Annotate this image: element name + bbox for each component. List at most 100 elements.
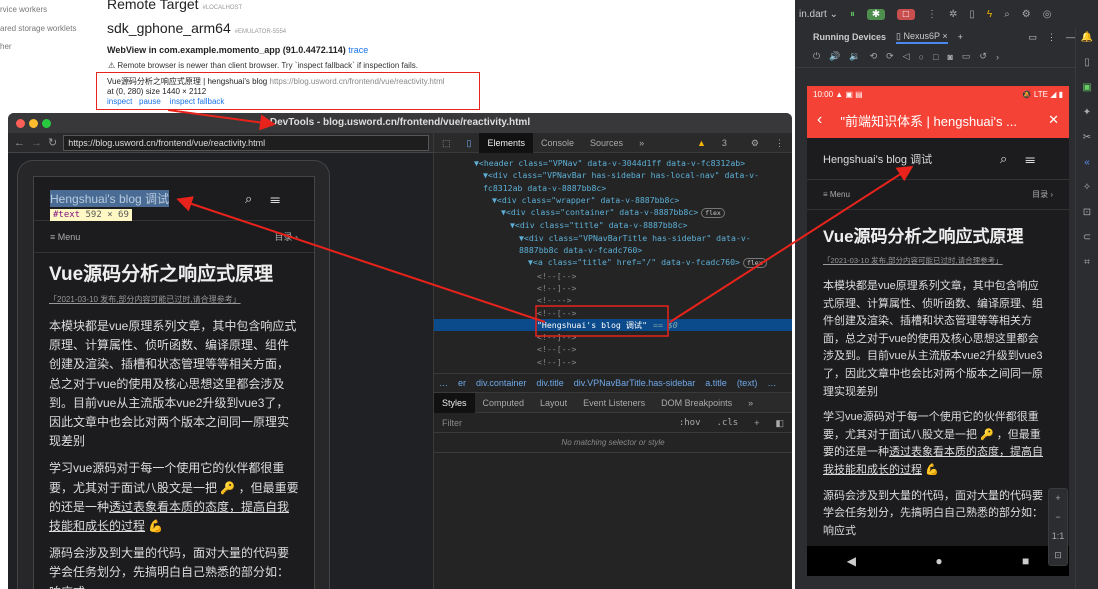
- breadcrumb-item[interactable]: …: [762, 373, 781, 393]
- nav-recents-icon[interactable]: ■: [1022, 554, 1029, 568]
- overview-icon[interactable]: □: [933, 52, 938, 62]
- forward-icon[interactable]: →: [31, 137, 42, 149]
- back-icon[interactable]: ◁: [903, 51, 910, 62]
- volume-up-icon[interactable]: 🔊: [829, 51, 840, 62]
- dom-node[interactable]: <!--]-->: [434, 331, 792, 343]
- cls-button[interactable]: .cls: [709, 413, 747, 433]
- tab-sources[interactable]: Sources: [582, 133, 631, 153]
- options-icon[interactable]: ⋮: [1047, 32, 1056, 43]
- hot-reload-icon[interactable]: ⏸: [850, 9, 855, 20]
- close-icon[interactable]: ✕: [1048, 112, 1059, 128]
- dom-node[interactable]: "Hengshuai's blog 调试" == $0: [434, 318, 792, 332]
- nav-home-icon[interactable]: ●: [935, 554, 942, 568]
- dom-node[interactable]: <!--[-->: [434, 270, 792, 282]
- close-tab-icon[interactable]: ×: [942, 31, 947, 41]
- device-icon[interactable]: ▯: [1084, 57, 1090, 68]
- url-input[interactable]: https://blog.usword.cn/frontend/vue/reac…: [63, 134, 430, 151]
- inspect-fallback-link[interactable]: inspect fallback: [170, 97, 225, 106]
- dom-node[interactable]: fc8312ab data-v-8887bb8c>: [434, 182, 792, 194]
- breadcrumb-item[interactable]: div.title: [531, 373, 568, 393]
- dom-node[interactable]: <!--[-->: [434, 307, 792, 319]
- running-devices-icon[interactable]: ▣: [1082, 82, 1091, 93]
- flash-icon[interactable]: ϟ: [987, 9, 992, 20]
- more-style-tabs[interactable]: »: [740, 393, 761, 413]
- minimize-window-button[interactable]: [29, 119, 38, 128]
- tab-styles[interactable]: Styles: [434, 392, 475, 413]
- hide-icon[interactable]: —: [1066, 32, 1075, 42]
- dom-node[interactable]: <!--]-->: [434, 282, 792, 294]
- inspect-link[interactable]: inspect: [107, 97, 132, 106]
- power-icon[interactable]: ⏻: [813, 51, 820, 62]
- warnings-badge[interactable]: ▲ 3: [681, 133, 743, 153]
- back-arrow-icon[interactable]: ‹: [817, 111, 822, 129]
- record-icon[interactable]: ▭: [962, 51, 971, 62]
- inspect-element-icon[interactable]: ⬚: [434, 133, 459, 153]
- kebab-menu-icon[interactable]: ⋮: [767, 133, 792, 153]
- tab-elements[interactable]: Elements: [479, 132, 533, 153]
- tab-dom-breakpoints[interactable]: DOM Breakpoints: [653, 393, 740, 413]
- dom-node[interactable]: ▼<div class="VPNavBar has-sidebar has-lo…: [434, 169, 792, 181]
- fit-screen-button[interactable]: ⊡: [1054, 550, 1062, 561]
- dom-node[interactable]: <!--]-->: [434, 356, 792, 368]
- scan-icon[interactable]: ⌗: [1084, 257, 1090, 268]
- reload-icon[interactable]: ↻: [48, 136, 57, 149]
- settings-icon[interactable]: ⚙: [1022, 9, 1031, 20]
- toggle-sidebar-icon[interactable]: ◧: [767, 413, 792, 433]
- search-icon[interactable]: ⌕: [1000, 151, 1025, 166]
- back-icon[interactable]: ←: [14, 137, 25, 149]
- debug-icon[interactable]: ✱: [866, 8, 885, 20]
- dom-node[interactable]: <!--[-->: [434, 343, 792, 355]
- tab-layout[interactable]: Layout: [532, 393, 575, 413]
- zoom-out-button[interactable]: −: [1055, 512, 1060, 522]
- pause-link[interactable]: pause: [139, 97, 161, 106]
- breadcrumb-item[interactable]: (text): [732, 373, 763, 393]
- rotate-left-icon[interactable]: ⟲: [870, 51, 878, 62]
- hamburger-icon[interactable]: ☰: [1025, 151, 1053, 166]
- dom-node[interactable]: ▼<div class="VPNavBarTitle has-sidebar" …: [434, 232, 792, 244]
- settings-icon[interactable]: ⚙: [743, 133, 767, 153]
- sidebar-item-shared-storage[interactable]: ared storage worklets: [0, 24, 76, 33]
- more-tabs[interactable]: »: [631, 133, 652, 153]
- breadcrumb-item[interactable]: div.VPNavBarTitle.has-sidebar: [569, 373, 701, 393]
- sidebar-item-service-workers[interactable]: rvice workers: [0, 5, 47, 14]
- more-controls-icon[interactable]: ›: [996, 52, 999, 62]
- dom-node[interactable]: ▼<a class="title" href="/" data-v-fcadc7…: [434, 256, 792, 269]
- breadcrumb-item[interactable]: div.container: [471, 373, 531, 393]
- hamburger-icon[interactable]: ☰: [270, 191, 298, 206]
- flex-badge[interactable]: flex: [742, 258, 767, 269]
- tab-console[interactable]: Console: [533, 133, 582, 153]
- notifications-icon[interactable]: 🔔: [1081, 32, 1093, 43]
- toc-button[interactable]: 目录 ›: [1032, 189, 1053, 200]
- rotate-right-icon[interactable]: ⟳: [886, 51, 894, 62]
- dom-node[interactable]: <!---->: [434, 294, 792, 306]
- nav-back-icon[interactable]: ◀: [847, 554, 856, 568]
- flex-badge[interactable]: flex: [701, 208, 725, 219]
- search-icon[interactable]: ⌕: [1004, 9, 1010, 20]
- close-window-button[interactable]: [16, 119, 25, 128]
- maximize-window-button[interactable]: [42, 119, 51, 128]
- device-manager-icon[interactable]: ▯: [969, 9, 975, 20]
- hov-button[interactable]: :hov: [671, 413, 709, 433]
- flutter-icon[interactable]: «: [1084, 157, 1090, 168]
- site-title[interactable]: Hengshuai's blog 调试: [823, 151, 932, 167]
- window-icon[interactable]: ▭: [1028, 32, 1037, 43]
- device-tab[interactable]: ▯ Nexus6P ×: [896, 31, 948, 44]
- account-icon[interactable]: ◎: [1043, 9, 1052, 20]
- search-icon[interactable]: ⌕: [245, 191, 270, 206]
- sidebar-item-other[interactable]: her: [0, 42, 12, 51]
- dom-node[interactable]: ▼<div class="title" data-v-8887bb8c>: [434, 219, 792, 231]
- breadcrumb-item[interactable]: er: [453, 373, 471, 393]
- home-icon[interactable]: ○: [919, 52, 924, 62]
- toc-button[interactable]: 目录 ›: [274, 230, 298, 243]
- dom-node[interactable]: 8887bb8c data-v-fcadc760>: [434, 244, 792, 256]
- menu-button[interactable]: ≡ Menu: [50, 232, 80, 242]
- inspector-icon[interactable]: ✧: [1083, 182, 1091, 193]
- screenshot-icon[interactable]: ◙: [947, 52, 952, 62]
- dom-node[interactable]: ▼<header class="VPNav" data-v-3044d1ff d…: [434, 157, 792, 169]
- zoom-in-button[interactable]: +: [1055, 493, 1060, 503]
- styles-filter-input[interactable]: Filter: [434, 413, 671, 433]
- dom-node[interactable]: ▼<div class="wrapper" data-v-8887bb8c>: [434, 194, 792, 206]
- gemini-icon[interactable]: ✦: [1083, 107, 1091, 118]
- volume-down-icon[interactable]: 🔉: [849, 51, 860, 62]
- link-icon[interactable]: ⊂: [1083, 232, 1091, 243]
